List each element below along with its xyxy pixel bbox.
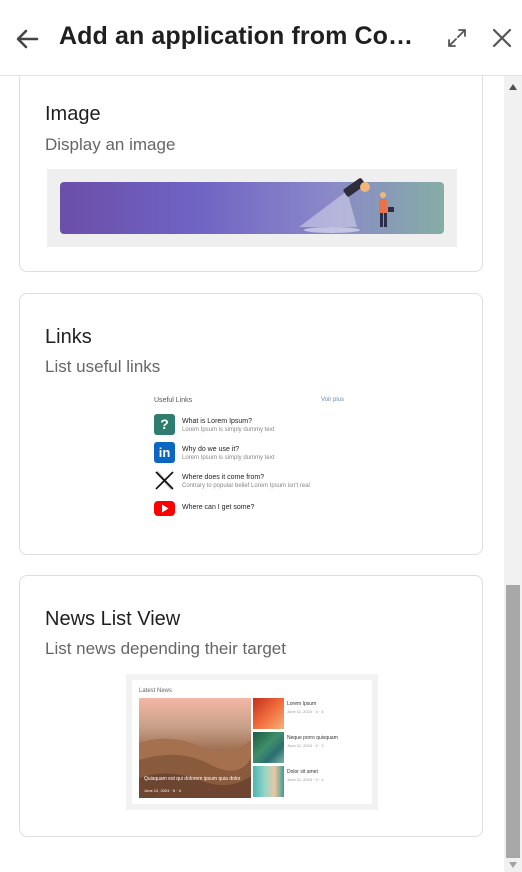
news-main-caption: Quisquam est qui dolorem ipsum quia dolo…	[144, 776, 241, 782]
app-card-description: List news depending their target	[45, 639, 286, 658]
preview-heading: Useful Links	[154, 397, 193, 404]
link-subtitle: Lorem Ipsum is simply dummy text	[182, 427, 275, 433]
app-card-description: List useful links	[45, 357, 161, 376]
back-arrow-icon[interactable]	[12, 24, 42, 54]
link-subtitle: Lorem Ipsum is simply dummy text	[182, 455, 275, 461]
news-thumb	[253, 766, 284, 797]
news-item-title: Dolor sit amet	[287, 769, 318, 775]
list-item: Where does it come from? Contrary to pop…	[154, 470, 354, 492]
links-preview: Useful Links Voir plus ? What is Lorem I…	[154, 392, 354, 522]
news-preview-panel: Latest News Quisquam est qui dolorem ips…	[132, 680, 372, 804]
expand-icon[interactable]	[445, 26, 469, 50]
link-title: Why do we use it?	[182, 446, 240, 453]
desert-dunes-image	[139, 738, 251, 798]
list-item: in Why do we use it? Lorem Ipsum is simp…	[154, 442, 354, 464]
app-card-title: Image	[45, 103, 101, 125]
youtube-icon	[154, 501, 175, 516]
scrollbar-thumb[interactable]	[506, 585, 520, 858]
app-list: Image Display an image Links List useful…	[0, 76, 504, 872]
banner-illustration	[60, 178, 444, 234]
scroll-up-arrow-icon[interactable]	[509, 84, 517, 90]
news-preview: Latest News Quisquam est qui dolorem ips…	[126, 674, 378, 810]
app-card-title: News List View	[45, 608, 181, 630]
dialog-header: Add an application from Co…	[0, 0, 522, 76]
preview-heading: Latest News	[139, 688, 173, 694]
app-card-description: Display an image	[45, 135, 176, 154]
app-card-image[interactable]: Image Display an image	[19, 76, 483, 272]
image-preview	[47, 169, 457, 247]
link-title: Where can I get some?	[182, 504, 255, 511]
news-item-title: Lorem Ipsum	[287, 701, 317, 707]
x-logo-icon	[155, 471, 174, 490]
vertical-scrollbar[interactable]	[504, 76, 522, 872]
link-subtitle: Contrary to popular belief Lorem Ipsum i…	[182, 483, 310, 489]
scroll-down-arrow-icon[interactable]	[509, 862, 517, 868]
linkedin-icon: in	[154, 442, 175, 463]
close-icon[interactable]	[489, 25, 515, 51]
dialog-title: Add an application from Co…	[59, 22, 414, 50]
list-item: Where can I get some?	[154, 498, 354, 520]
news-item-title: Neque porro quisquam	[287, 735, 338, 741]
news-thumb	[253, 698, 284, 729]
list-item: ? What is Lorem Ipsum? Lorem Ipsum is si…	[154, 414, 354, 436]
news-thumb	[253, 732, 284, 763]
link-title: Where does it come from?	[182, 474, 265, 481]
preview-more-link: Voir plus	[321, 397, 345, 403]
question-icon: ?	[154, 414, 175, 435]
app-card-links[interactable]: Links List useful links Useful Links Voi…	[19, 293, 483, 555]
news-item-meta: June 11, 2024 · 0 · 3	[287, 743, 324, 748]
news-main-meta: June 12, 2024 · 6 · 4	[144, 788, 181, 793]
link-title: What is Lorem Ipsum?	[182, 418, 253, 425]
news-item-meta: June 11, 2024 · 0 · 4	[287, 709, 324, 714]
app-card-news-list[interactable]: News List View List news depending their…	[19, 575, 483, 837]
news-item-meta: June 11, 2024 · 0 · 4	[287, 777, 324, 782]
news-main-image: Quisquam est qui dolorem ipsum quia dolo…	[139, 698, 251, 798]
app-card-title: Links	[45, 326, 92, 348]
